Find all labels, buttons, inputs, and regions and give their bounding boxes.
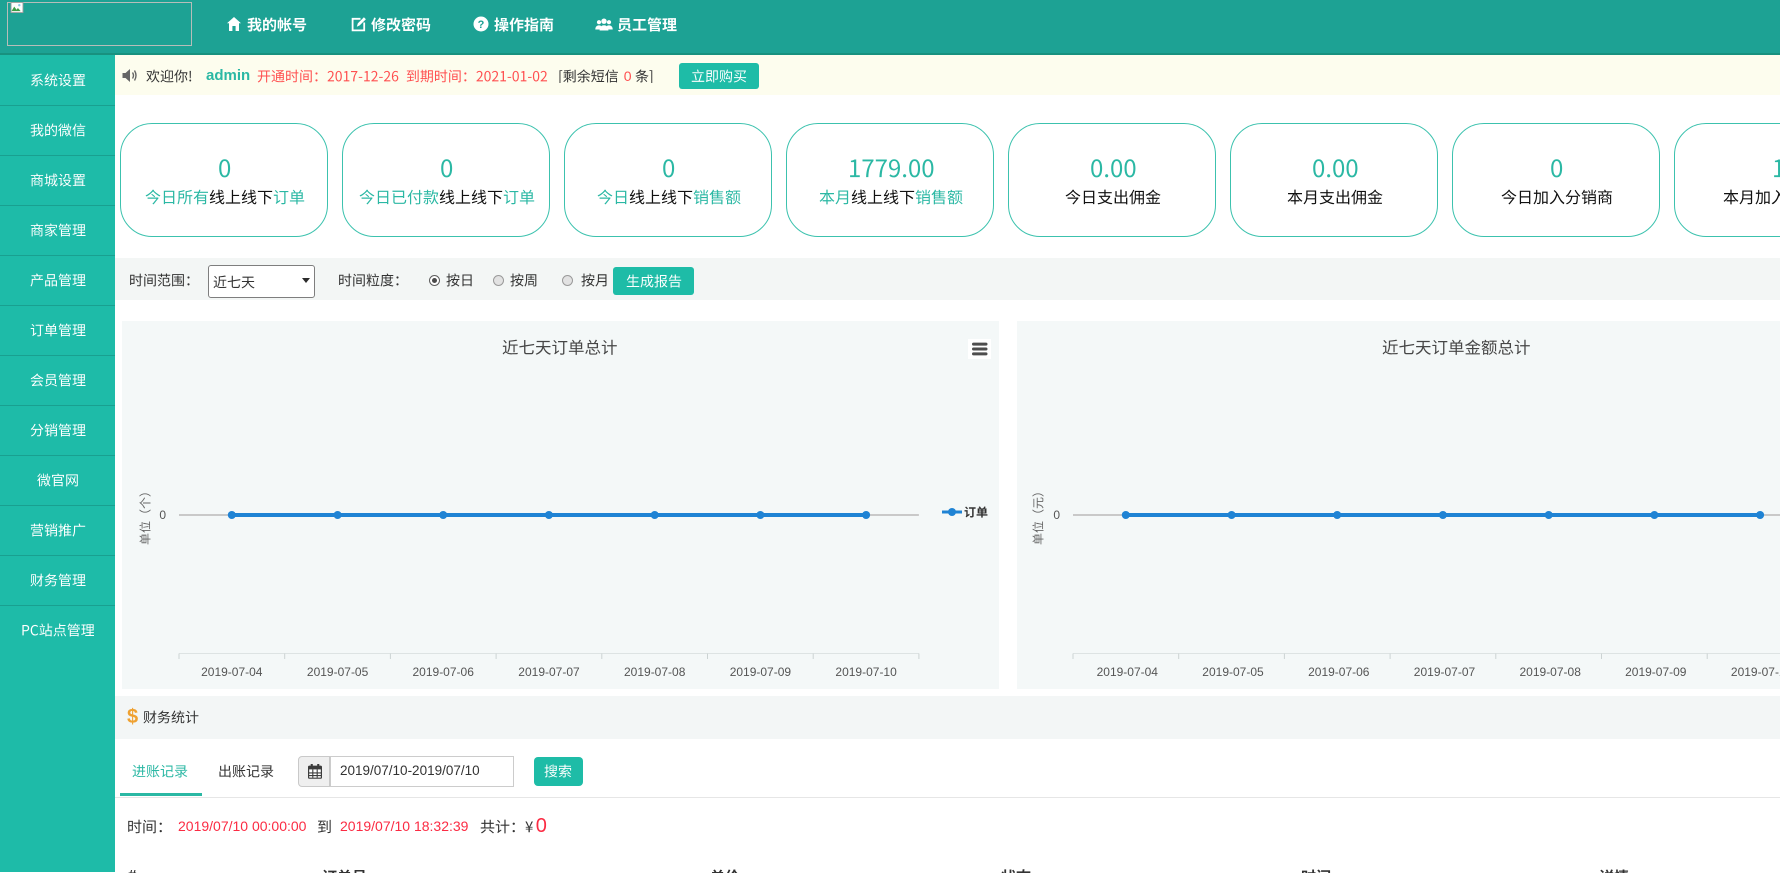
svg-text:?: ?	[478, 19, 485, 31]
